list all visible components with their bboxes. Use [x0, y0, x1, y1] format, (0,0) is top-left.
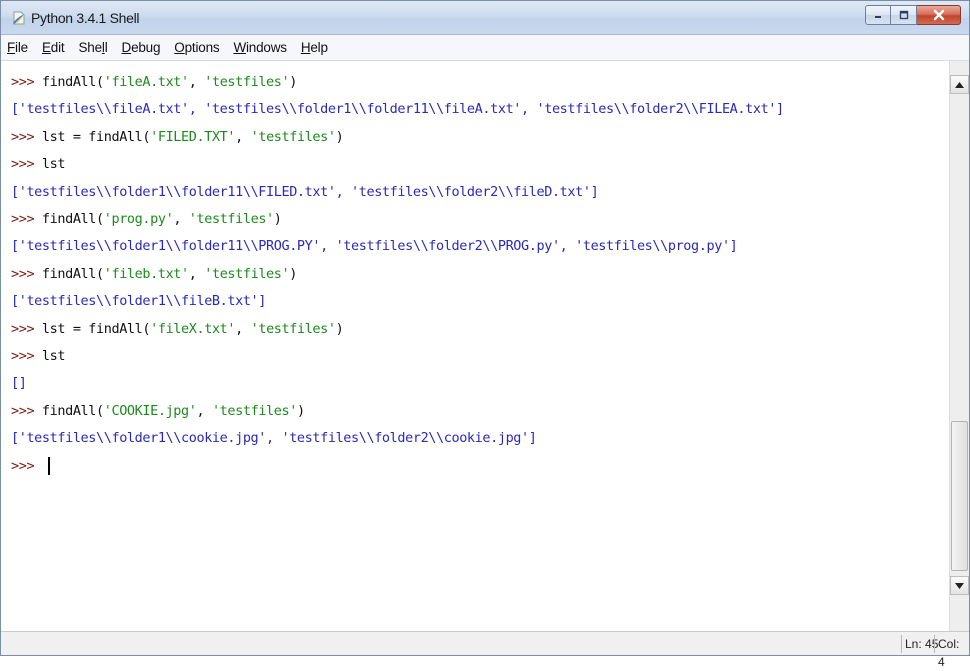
output-text: []	[11, 375, 27, 392]
menu-options[interactable]: Options	[174, 40, 219, 55]
string-literal: 'testfiles'	[211, 402, 297, 419]
text-cursor	[47, 456, 50, 475]
maximize-icon	[899, 10, 908, 20]
maximize-button[interactable]	[891, 5, 917, 25]
status-line-number: Ln: 45	[901, 635, 938, 653]
shell-input-line: >>> lst	[11, 342, 66, 370]
title-bar[interactable]: Python 3.4.1 Shell	[1, 1, 969, 35]
code-text: findAll(	[41, 402, 104, 419]
code-text: lst = findAll(	[41, 128, 151, 145]
string-literal: 'fileX.txt'	[150, 320, 236, 337]
code-text: lst = findAll(	[41, 320, 151, 337]
minimize-icon	[875, 16, 881, 18]
shell-input-line: >>> lst	[11, 150, 66, 178]
output-text: ['testfiles\\fileA.txt', 'testfiles\\fol…	[11, 101, 784, 118]
shell-output-line: ['testfiles\\folder1\\folder11\\PROG.PY'…	[11, 232, 738, 260]
shell-output-line: ['testfiles\\fileA.txt', 'testfiles\\fol…	[11, 95, 784, 123]
string-literal: 'fileb.txt'	[103, 265, 189, 282]
window-controls	[865, 5, 961, 25]
menu-edit[interactable]: Edit	[42, 40, 65, 55]
shell-input-line: >>> lst = findAll('FILED.TXT', 'testfile…	[11, 128, 344, 145]
shell-text-area[interactable]: >>> findAll('fileA.txt', 'testfiles') ['t…	[1, 61, 949, 631]
code-text: lst	[41, 156, 66, 173]
code-text: findAll(	[41, 265, 104, 282]
scrollbar-thumb[interactable]	[951, 421, 968, 571]
shell-output-line: []	[11, 369, 27, 397]
shell-input-line: >>> findAll('prog.py', 'testfiles')	[11, 211, 282, 227]
shell-prompt: >>>	[11, 402, 35, 419]
status-column-number: Col: 4	[934, 635, 969, 669]
code-text: findAll(	[41, 211, 104, 227]
menu-help[interactable]: Help	[301, 40, 328, 55]
string-literal: 'testfiles'	[188, 211, 274, 227]
scroll-down-button[interactable]	[950, 576, 969, 595]
close-button[interactable]	[917, 5, 961, 25]
string-literal: 'testfiles'	[250, 128, 336, 145]
shell-prompt: >>>	[11, 128, 35, 145]
output-text: ['testfiles\\folder1\\fileB.txt']	[11, 293, 267, 310]
shell-output-line: ['testfiles\\folder1\\cookie.jpg', 'test…	[11, 424, 537, 452]
shell-output-line: ['testfiles\\folder1\\folder11\\FILED.tx…	[11, 178, 599, 206]
status-bar: Ln: 45 Col: 4	[1, 631, 969, 669]
string-literal: 'FILED.TXT'	[150, 128, 236, 145]
menu-file[interactable]: File	[7, 40, 28, 55]
shell-input-line: >>> findAll('fileA.txt', 'testfiles')	[11, 74, 297, 90]
code-text: findAll(	[41, 74, 104, 90]
shell-input-line: >>> findAll('COOKIE.jpg', 'testfiles')	[11, 402, 305, 419]
string-literal: 'testfiles'	[250, 320, 336, 337]
menu-shell[interactable]: Shell	[78, 40, 107, 55]
output-text: ['testfiles\\folder1\\folder11\\FILED.tx…	[11, 183, 599, 200]
shell-input-line: >>> findAll('fileb.txt', 'testfiles')	[11, 265, 297, 282]
menu-debug[interactable]: Debug	[122, 40, 161, 55]
shell-prompt: >>>	[11, 74, 35, 90]
idle-shell-window: Python 3.4.1 Shell File Edit Shell Debug Opt…	[0, 0, 970, 669]
output-text: ['testfiles\\folder1\\folder11\\PROG.PY'…	[11, 238, 738, 255]
code-text: lst	[41, 348, 66, 364]
scroll-up-button[interactable]	[950, 75, 969, 94]
shell-prompt: >>>	[11, 348, 35, 364]
python-feather-icon	[11, 10, 27, 26]
shell-prompt: >>>	[11, 265, 35, 282]
shell-input-line: >>>	[11, 452, 50, 480]
string-literal: 'prog.py'	[103, 211, 174, 227]
shell-prompt: >>>	[11, 156, 35, 173]
menu-bar: File Edit Shell Debug Options Windows Help	[1, 35, 969, 61]
shell-prompt: >>>	[11, 320, 35, 337]
close-icon	[933, 9, 944, 21]
arrow-down-icon	[955, 582, 964, 589]
string-literal: 'testfiles'	[204, 74, 290, 90]
output-text: ['testfiles\\folder1\\cookie.jpg', 'test…	[11, 430, 537, 447]
shell-input-line: >>> lst = findAll('fileX.txt', 'testfile…	[11, 320, 344, 337]
shell-prompt: >>>	[11, 211, 35, 227]
string-literal: 'COOKIE.jpg'	[103, 402, 197, 419]
menu-windows[interactable]: Windows	[233, 40, 287, 55]
string-literal: 'testfiles'	[204, 265, 290, 282]
shell-output-line: ['testfiles\\folder1\\fileB.txt']	[11, 287, 266, 315]
vertical-scrollbar[interactable]	[949, 61, 969, 631]
shell-prompt: >>>	[11, 457, 35, 474]
arrow-up-icon	[955, 81, 964, 88]
minimize-button[interactable]	[865, 5, 891, 25]
string-literal: 'fileA.txt'	[103, 74, 189, 90]
window-title: Python 3.4.1 Shell	[31, 10, 140, 26]
